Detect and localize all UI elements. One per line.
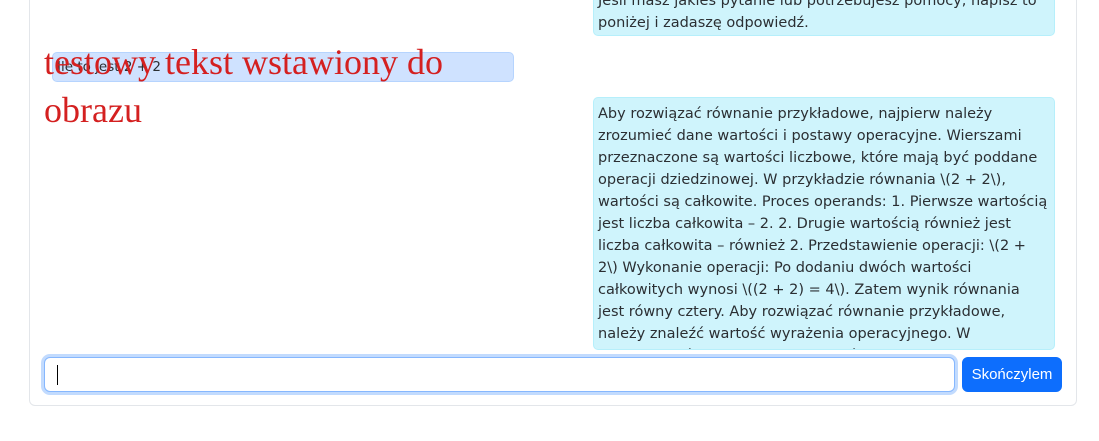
text-caret	[57, 365, 58, 385]
bot-message-text: Aby rozwiązać równanie przykładowe, najp…	[598, 106, 1048, 349]
bot-message: Aby rozwiązać równanie przykładowe, najp…	[593, 97, 1055, 350]
send-button[interactable]: Skończylem	[962, 357, 1062, 392]
message-input[interactable]	[44, 357, 955, 392]
user-message: Ile to jest 2 + 2	[52, 52, 514, 82]
bot-message: Jeśli masz jakieś pytanie lub potrzebuje…	[593, 0, 1055, 36]
bot-message-text: Jeśli masz jakieś pytanie lub potrzebuje…	[598, 0, 1037, 31]
user-message-text: Ile to jest 2 + 2	[57, 59, 161, 75]
